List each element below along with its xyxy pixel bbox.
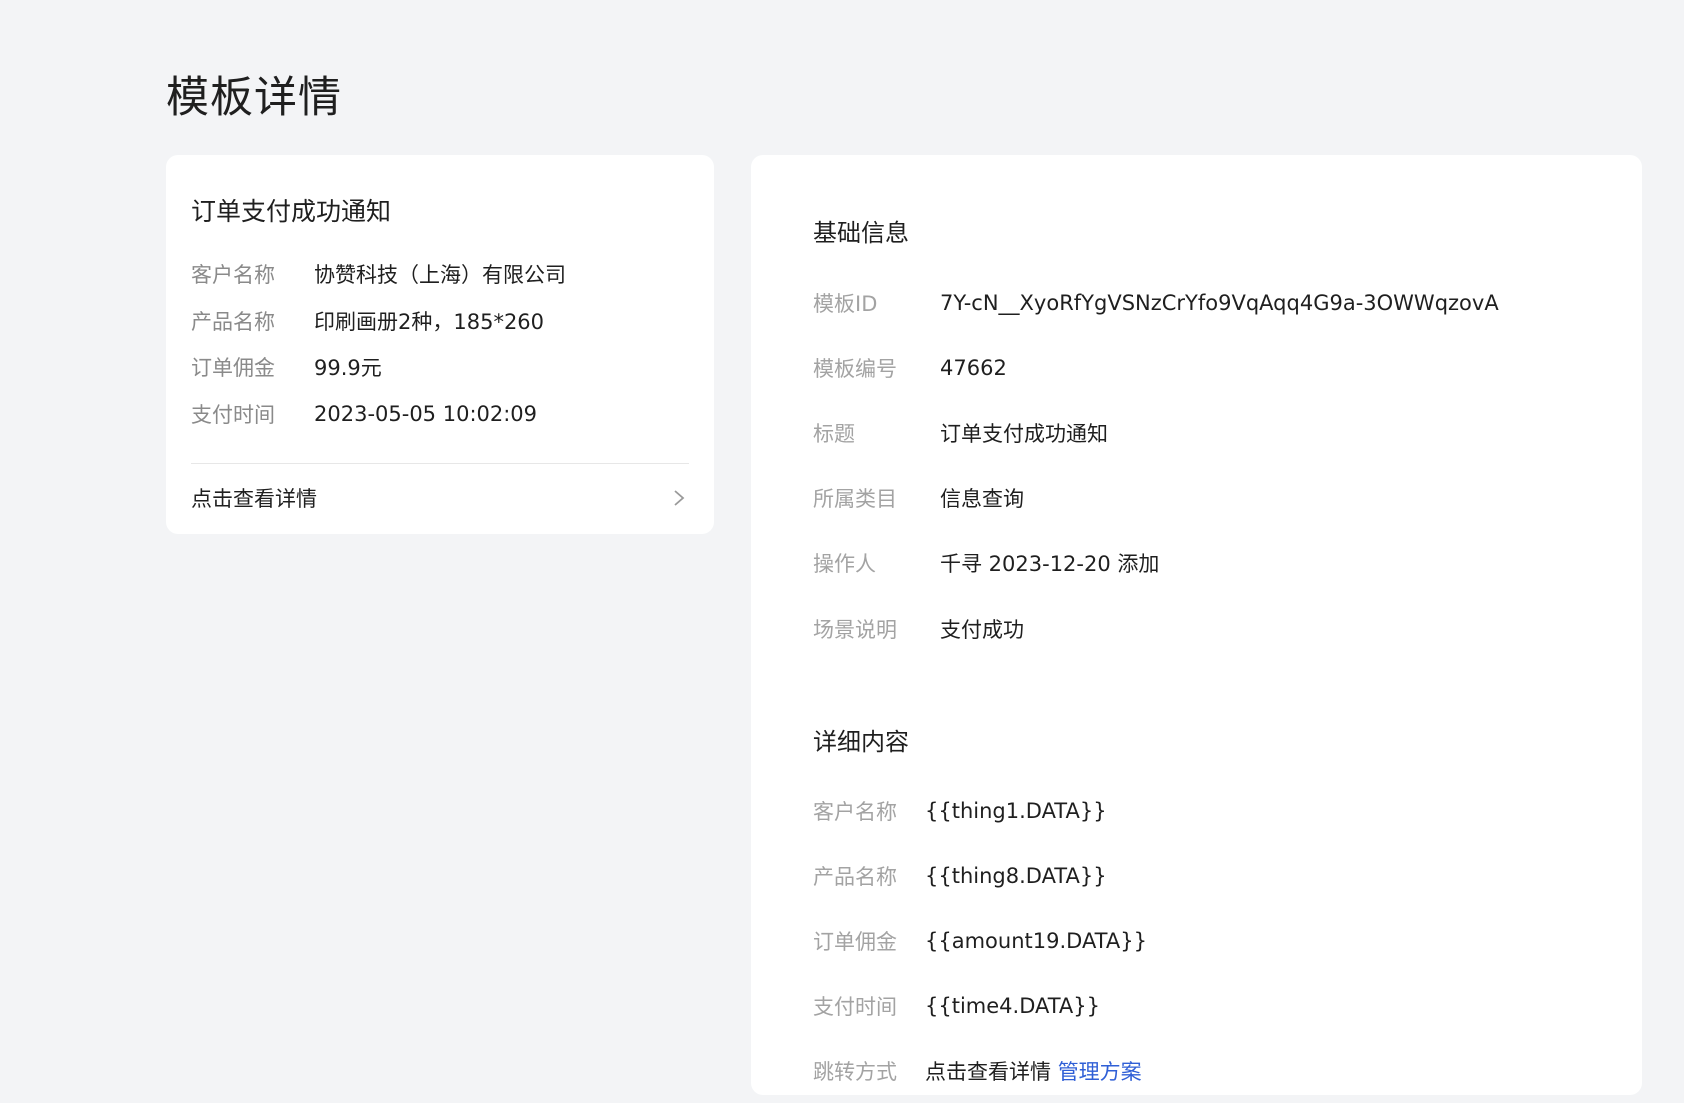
preview-value: 2023-05-05 10:02:09 — [314, 401, 538, 426]
detail-label: 客户名称 — [813, 799, 897, 824]
detail-value: {{time4.DATA}} — [925, 993, 1101, 1018]
preview-value: 协赞科技（上海）有限公司 — [314, 263, 566, 288]
detail-label: 支付时间 — [813, 994, 897, 1019]
info-row-scenario: 场景说明 支付成功 — [813, 596, 1499, 661]
preview-label: 产品名称 — [191, 309, 275, 334]
preview-label: 支付时间 — [191, 402, 275, 427]
preview-row-customer: 客户名称 协赞科技（上海）有限公司 — [191, 251, 689, 298]
chevron-right-icon — [669, 488, 689, 508]
detail-row-jump-mode: 跳转方式 点击查看详情 管理方案 — [813, 1038, 1147, 1103]
info-label: 模板ID — [813, 291, 878, 316]
basic-info-section: 基础信息 模板ID 7Y-cN__XyoRfYgVSNzCrYfo9VqAqq4… — [813, 217, 1499, 661]
info-value: 支付成功 — [940, 617, 1024, 642]
info-value: 订单支付成功通知 — [940, 421, 1108, 446]
detail-row-customer: 客户名称 {{thing1.DATA}} — [813, 778, 1147, 843]
section-title-basic: 基础信息 — [813, 219, 909, 247]
info-row-title: 标题 订单支付成功通知 — [813, 400, 1499, 465]
info-label: 场景说明 — [813, 617, 897, 642]
template-info-card: 基础信息 模板ID 7Y-cN__XyoRfYgVSNzCrYfo9VqAqq4… — [751, 155, 1642, 1095]
detail-value: {{thing8.DATA}} — [925, 863, 1107, 888]
detail-row-commission: 订单佣金 {{amount19.DATA}} — [813, 908, 1147, 973]
preview-value: 印刷画册2种，185*260 — [314, 309, 545, 334]
jump-mode-text: 点击查看详情 — [925, 1059, 1051, 1084]
info-row-template-number: 模板编号 47662 — [813, 335, 1499, 400]
detail-content-section: 详细内容 客户名称 {{thing1.DATA}} 产品名称 {{thing8.… — [813, 726, 1147, 1103]
preview-row-product: 产品名称 印刷画册2种，185*260 — [191, 298, 689, 345]
preview-label: 客户名称 — [191, 263, 275, 288]
preview-title: 订单支付成功通知 — [191, 197, 392, 226]
detail-row-pay-time: 支付时间 {{time4.DATA}} — [813, 973, 1147, 1038]
detail-value: {{thing1.DATA}} — [925, 798, 1107, 823]
view-details-label: 点击查看详情 — [191, 487, 317, 511]
info-label: 操作人 — [813, 552, 876, 577]
detail-value: 点击查看详情 管理方案 — [925, 1056, 1142, 1086]
info-label: 模板编号 — [813, 356, 897, 381]
template-preview-card: 订单支付成功通知 客户名称 协赞科技（上海）有限公司 产品名称 印刷画册2种，1… — [166, 155, 714, 534]
info-value: 47662 — [940, 355, 1007, 380]
info-label: 标题 — [813, 421, 855, 446]
detail-label: 跳转方式 — [813, 1059, 897, 1084]
info-value: 信息查询 — [940, 487, 1024, 512]
manage-plan-link[interactable]: 管理方案 — [1058, 1060, 1142, 1084]
detail-content-list: 客户名称 {{thing1.DATA}} 产品名称 {{thing8.DATA}… — [813, 778, 1147, 1103]
preview-row-commission: 订单佣金 99.9元 — [191, 344, 689, 391]
view-details-link[interactable]: 点击查看详情 — [191, 464, 689, 532]
preview-label: 订单佣金 — [191, 356, 275, 381]
info-label: 所属类目 — [813, 487, 897, 512]
detail-label: 产品名称 — [813, 864, 897, 889]
page-title: 模板详情 — [166, 73, 342, 123]
preview-field-list: 客户名称 协赞科技（上海）有限公司 产品名称 印刷画册2种，185*260 订单… — [191, 251, 689, 437]
preview-row-pay-time: 支付时间 2023-05-05 10:02:09 — [191, 391, 689, 438]
info-row-category: 所属类目 信息查询 — [813, 466, 1499, 531]
detail-row-product: 产品名称 {{thing8.DATA}} — [813, 843, 1147, 908]
section-title-detail: 详细内容 — [813, 728, 909, 756]
info-value: 千寻 2023-12-20 添加 — [940, 552, 1160, 577]
info-row-operator: 操作人 千寻 2023-12-20 添加 — [813, 531, 1499, 596]
detail-value: {{amount19.DATA}} — [925, 928, 1147, 953]
basic-info-list: 模板ID 7Y-cN__XyoRfYgVSNzCrYfo9VqAqq4G9a-3… — [813, 270, 1499, 661]
preview-value: 99.9元 — [314, 356, 382, 381]
detail-label: 订单佣金 — [813, 929, 897, 954]
info-row-template-id: 模板ID 7Y-cN__XyoRfYgVSNzCrYfo9VqAqq4G9a-3… — [813, 270, 1499, 335]
info-value: 7Y-cN__XyoRfYgVSNzCrYfo9VqAqq4G9a-3OWWqz… — [940, 290, 1499, 315]
